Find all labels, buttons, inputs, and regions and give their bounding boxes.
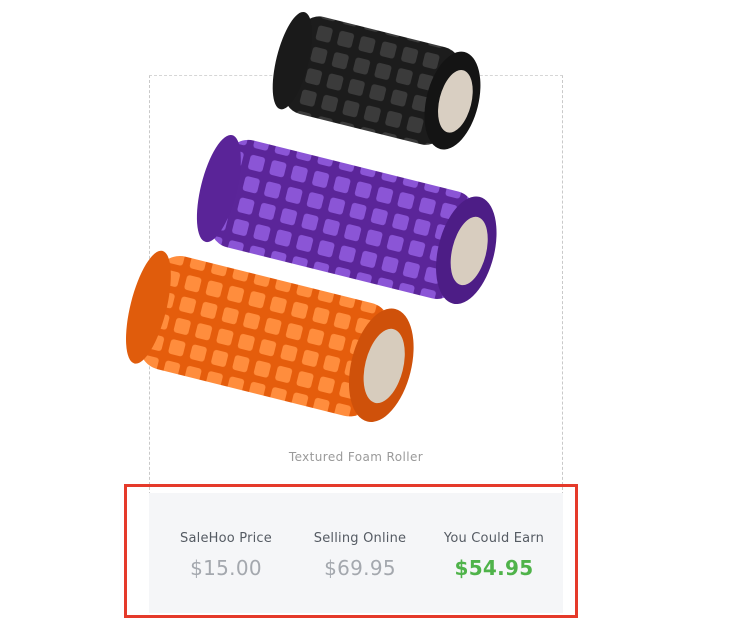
highlight-frame — [124, 484, 578, 618]
foam-roller-image — [126, 11, 497, 422]
black-foam-roller — [272, 11, 481, 150]
product-caption: Textured Foam Roller — [288, 450, 424, 464]
